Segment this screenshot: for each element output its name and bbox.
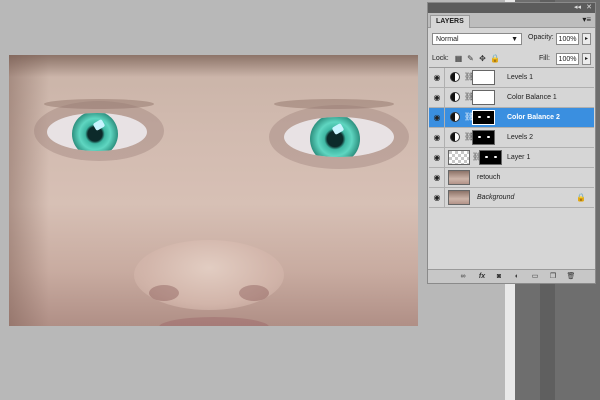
right-nostril <box>239 285 269 301</box>
lock-row: Lock: ▦ ✎ ✥ 🔒 Fill: 100% ▸ <box>432 53 591 66</box>
lock-position-icon[interactable]: ✥ <box>478 54 487 63</box>
divider <box>444 148 445 168</box>
layer-row-layer-1[interactable]: ◉ ⛓ Layer 1 <box>429 148 594 168</box>
panel-menu-icon[interactable]: ▾≡ <box>582 15 591 25</box>
trash-icon[interactable]: 🗑 <box>566 272 576 281</box>
lock-transparent-pixels-icon[interactable]: ▦ <box>454 54 463 63</box>
left-iris <box>72 113 118 151</box>
eye-icon[interactable]: ◉ <box>432 173 442 182</box>
blend-mode-value: Normal <box>436 36 459 43</box>
fill-slider-button[interactable]: ▸ <box>582 53 591 65</box>
mask-spot <box>487 116 490 118</box>
collapse-panel-icon[interactable]: ◂◂ <box>574 4 581 12</box>
panel-tab-row: LAYERS ▾≡ <box>428 13 595 28</box>
chevron-down-icon: ▼ <box>511 36 518 43</box>
document-canvas-photo[interactable] <box>9 55 418 326</box>
lock-image-pixels-icon[interactable]: ✎ <box>466 54 475 63</box>
layer-name[interactable]: Levels 2 <box>507 133 533 142</box>
layer-name[interactable]: retouch <box>477 173 500 182</box>
fill-label: Fill: <box>539 55 550 62</box>
adjustment-layer-icon[interactable] <box>450 72 460 82</box>
mask-spot <box>485 156 488 158</box>
lock-label: Lock: <box>432 55 449 62</box>
layer-mask-thumbnail[interactable] <box>472 110 495 125</box>
divider <box>444 88 445 108</box>
layer-row-color-balance-2[interactable]: ◉ ⛓ Color Balance 2 <box>429 108 594 128</box>
divider <box>444 68 445 88</box>
mouth <box>159 317 269 326</box>
eye-icon[interactable]: ◉ <box>432 153 442 162</box>
opacity-slider-button[interactable]: ▸ <box>582 33 591 45</box>
layer-thumbnail[interactable] <box>448 190 470 205</box>
divider <box>444 108 445 128</box>
layer-row-levels-1[interactable]: ◉ ⛓ Levels 1 <box>429 68 594 88</box>
hair-region <box>9 55 418 77</box>
adjustment-layer-icon[interactable] <box>450 92 460 102</box>
layer-row-color-balance-1[interactable]: ◉ ⛓ Color Balance 1 <box>429 88 594 108</box>
add-mask-icon[interactable]: ◙ <box>494 272 504 281</box>
link-layers-icon[interactable]: ∞ <box>458 272 468 281</box>
panel-title-bar[interactable]: ◂◂ ✕ <box>428 3 595 13</box>
layer-thumbnail[interactable] <box>448 150 470 165</box>
new-group-icon[interactable]: ▭ <box>530 272 540 281</box>
left-eye <box>47 113 147 151</box>
mask-spot <box>494 156 497 158</box>
divider <box>444 168 445 188</box>
layer-name[interactable]: Layer 1 <box>507 153 530 162</box>
lock-all-icon[interactable]: 🔒 <box>490 54 500 63</box>
eye-icon[interactable]: ◉ <box>432 73 442 82</box>
layer-row-levels-2[interactable]: ◉ ⛓ Levels 2 <box>429 128 594 148</box>
right-iris <box>310 117 360 157</box>
layer-name[interactable]: Color Balance 2 <box>507 113 560 122</box>
panel-footer: ∞ fx ◙ ◐ ▭ ❐ 🗑 <box>428 269 595 283</box>
layers-panel: ◂◂ ✕ LAYERS ▾≡ Normal ▼ Opacity: 100% ▸ … <box>427 2 596 284</box>
mask-spot <box>487 136 490 138</box>
divider <box>444 188 445 208</box>
adjustment-layer-icon[interactable] <box>450 132 460 142</box>
layer-mask-thumbnail[interactable] <box>472 90 495 105</box>
eye-icon[interactable]: ◉ <box>432 93 442 102</box>
layer-row-retouch[interactable]: ◉ retouch <box>429 168 594 188</box>
eye-icon[interactable]: ◉ <box>432 193 442 202</box>
left-nostril <box>149 285 179 301</box>
layer-name[interactable]: Levels 1 <box>507 73 533 82</box>
mask-spot <box>478 116 481 118</box>
blend-mode-dropdown[interactable]: Normal ▼ <box>432 33 522 45</box>
cheek-shadow <box>9 55 49 326</box>
new-layer-icon[interactable]: ❐ <box>548 272 558 281</box>
tab-layers[interactable]: LAYERS <box>430 15 470 28</box>
close-panel-icon[interactable]: ✕ <box>586 4 592 12</box>
opacity-input[interactable]: 100% <box>556 33 579 45</box>
fill-input[interactable]: 100% <box>556 53 579 65</box>
eye-icon[interactable]: ◉ <box>432 113 442 122</box>
blend-mode-row: Normal ▼ Opacity: 100% ▸ <box>432 33 591 46</box>
layer-row-background[interactable]: ◉ Background 🔒 <box>429 188 594 208</box>
layer-name[interactable]: Color Balance 1 <box>507 93 557 102</box>
layer-name[interactable]: Background <box>477 193 514 202</box>
adjustment-layer-icon[interactable] <box>450 112 460 122</box>
divider <box>444 128 445 148</box>
new-adjustment-icon[interactable]: ◐ <box>512 272 522 281</box>
right-eye <box>284 117 394 157</box>
opacity-label: Opacity: <box>528 34 554 41</box>
layer-mask-thumbnail[interactable] <box>479 150 502 165</box>
eye-icon[interactable]: ◉ <box>432 133 442 142</box>
layer-mask-thumbnail[interactable] <box>472 130 495 145</box>
lock-icon: 🔒 <box>576 193 586 202</box>
mask-spot <box>478 136 481 138</box>
fx-icon[interactable]: fx <box>477 272 487 281</box>
layer-thumbnail[interactable] <box>448 170 470 185</box>
layer-mask-thumbnail[interactable] <box>472 70 495 85</box>
layer-list: ◉ ⛓ Levels 1 ◉ ⛓ Color Balance 1 ◉ ⛓ Col… <box>429 67 594 208</box>
